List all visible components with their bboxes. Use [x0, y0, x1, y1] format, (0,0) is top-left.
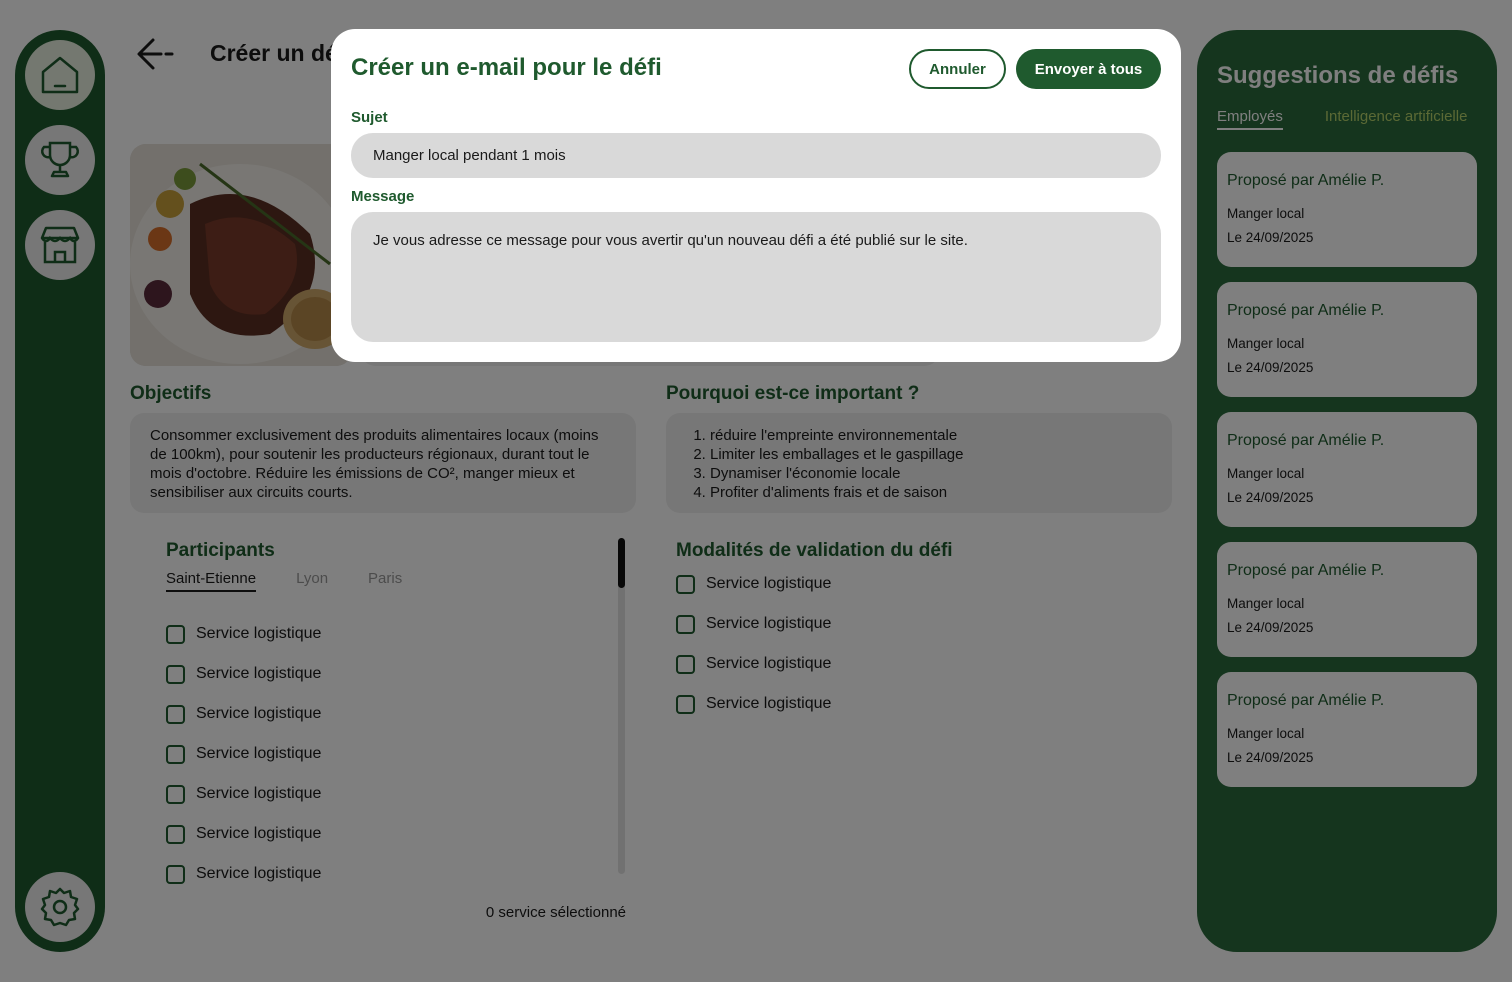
cancel-button[interactable]: Annuler — [909, 49, 1006, 89]
message-textarea[interactable]: Je vous adresse ce message pour vous ave… — [351, 212, 1161, 342]
message-label: Message — [351, 188, 415, 205]
subject-label: Sujet — [351, 109, 388, 126]
email-modal: Créer un e-mail pour le défi Annuler Env… — [331, 29, 1181, 362]
subject-input[interactable] — [351, 133, 1161, 178]
send-to-all-button[interactable]: Envoyer à tous — [1016, 49, 1161, 89]
modal-title: Créer un e-mail pour le défi — [351, 54, 662, 81]
